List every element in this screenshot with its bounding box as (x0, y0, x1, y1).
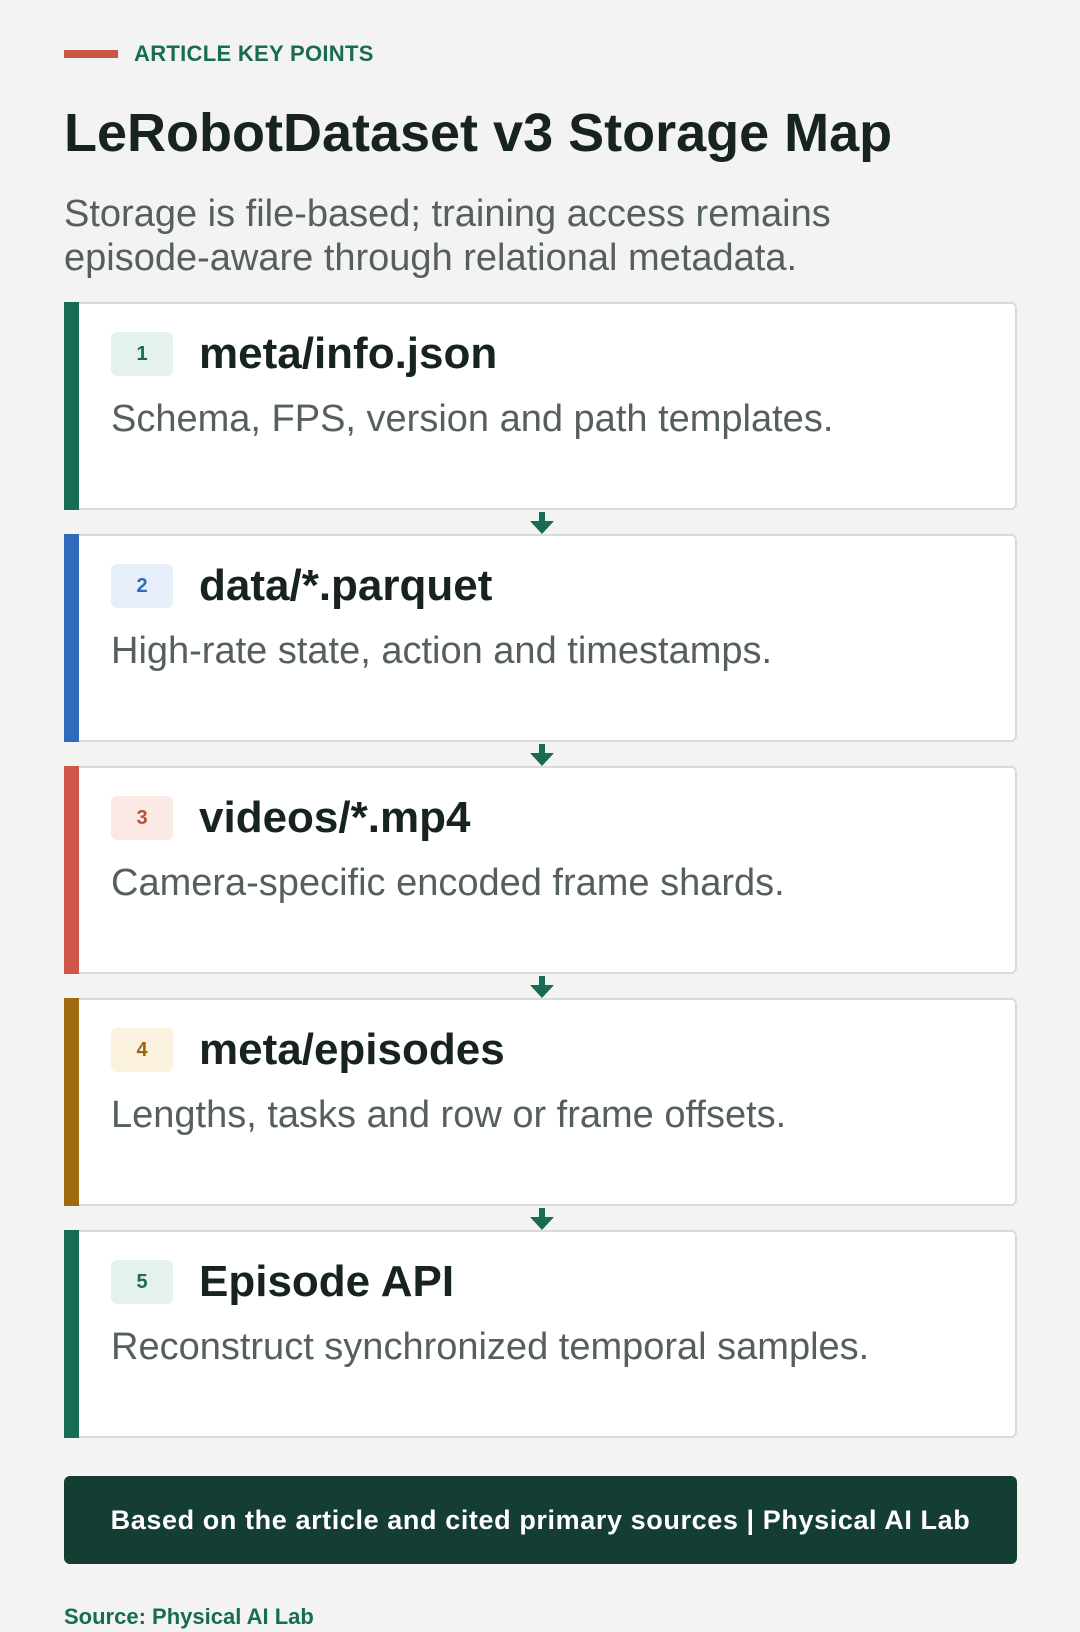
step-card: 3 videos/*.mp4 Camera-specific encoded f… (64, 766, 1017, 974)
step-description: High-rate state, action and timestamps. (111, 630, 773, 672)
step-number-badge: 2 (111, 564, 173, 608)
step-number-badge: 1 (111, 332, 173, 376)
step-description: Camera-specific encoded frame shards. (111, 862, 785, 904)
step-card: 5 Episode API Reconstruct synchronized t… (64, 1230, 1017, 1438)
page-subtitle: Storage is file-based; training access r… (64, 193, 831, 279)
step-card-body: 3 videos/*.mp4 Camera-specific encoded f… (79, 766, 1017, 974)
step-card: 1 meta/info.json Schema, FPS, version an… (64, 302, 1017, 510)
kicker-label: ARTICLE KEY POINTS (134, 41, 374, 66)
step-accent-bar (64, 766, 79, 974)
step-number-badge: 5 (111, 1260, 173, 1304)
arrow-down-icon (530, 744, 554, 766)
step-description: Schema, FPS, version and path templates. (111, 398, 834, 440)
source-credit: Source: Physical AI Lab (64, 1604, 314, 1629)
step-number-badge: 3 (111, 796, 173, 840)
step-card-body: 2 data/*.parquet High-rate state, action… (79, 534, 1017, 742)
step-accent-bar (64, 998, 79, 1206)
kicker: ARTICLE KEY POINTS (64, 40, 374, 68)
footer-banner: Based on the article and cited primary s… (64, 1476, 1017, 1564)
footer-text: Based on the article and cited primary s… (110, 1504, 971, 1535)
step-title: Episode API (199, 1257, 455, 1306)
step-number-badge: 4 (111, 1028, 173, 1072)
step-title: meta/info.json (199, 329, 498, 378)
step-description: Lengths, tasks and row or frame offsets. (111, 1094, 787, 1136)
step-title: data/*.parquet (199, 561, 493, 610)
arrow-down-icon (530, 1208, 554, 1230)
step-title: videos/*.mp4 (199, 793, 471, 842)
arrow-down-icon (530, 976, 554, 998)
step-card-body: 1 meta/info.json Schema, FPS, version an… (79, 302, 1017, 510)
page-title: LeRobotDataset v3 Storage Map (64, 103, 893, 163)
arrow-down-icon (530, 512, 554, 534)
step-accent-bar (64, 1230, 79, 1438)
step-card: 2 data/*.parquet High-rate state, action… (64, 534, 1017, 742)
step-card-body: 5 Episode API Reconstruct synchronized t… (79, 1230, 1017, 1438)
step-description: Reconstruct synchronized temporal sample… (111, 1326, 870, 1368)
step-card: 4 meta/episodes Lengths, tasks and row o… (64, 998, 1017, 1206)
kicker-accent-bar (64, 50, 118, 58)
step-card-body: 4 meta/episodes Lengths, tasks and row o… (79, 998, 1017, 1206)
step-accent-bar (64, 534, 79, 742)
step-title: meta/episodes (199, 1025, 505, 1074)
step-accent-bar (64, 302, 79, 510)
